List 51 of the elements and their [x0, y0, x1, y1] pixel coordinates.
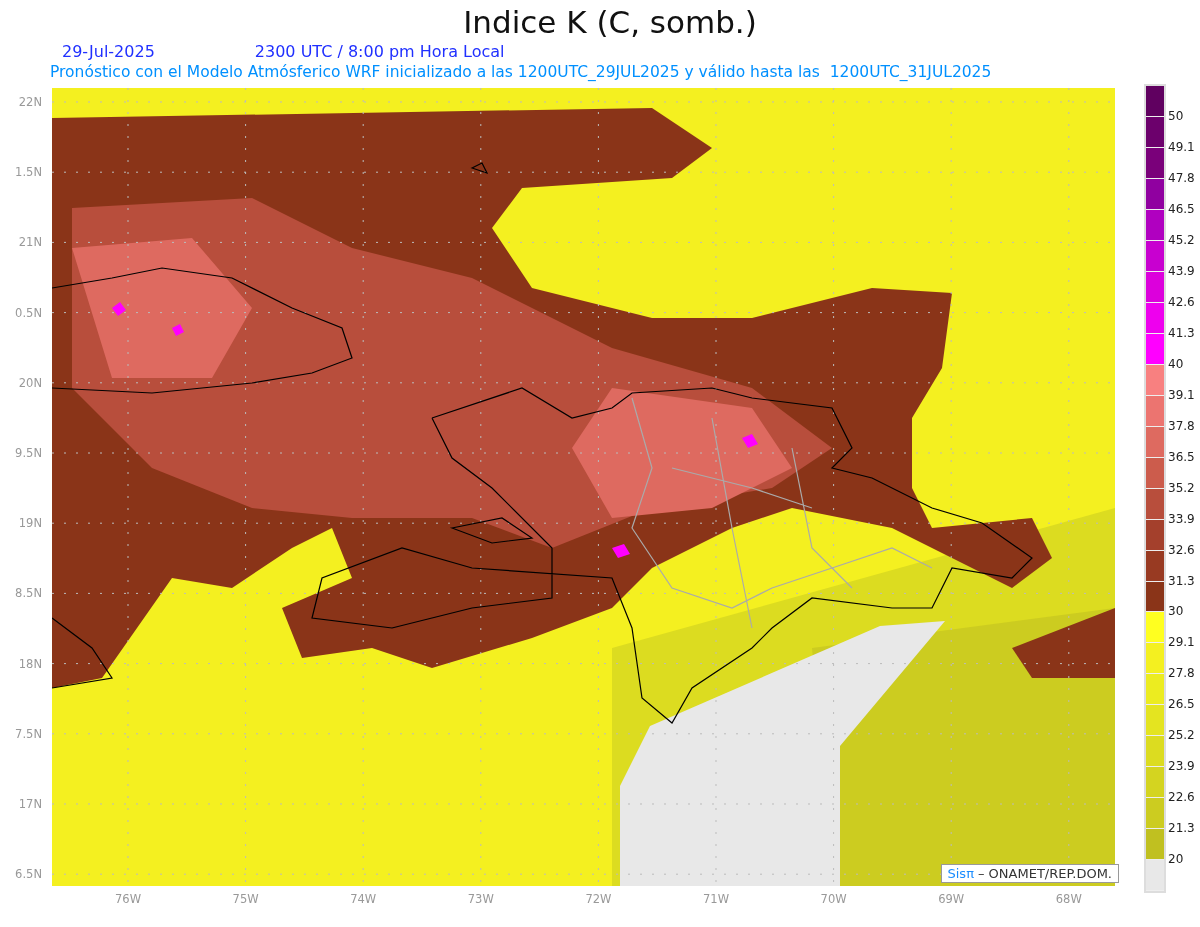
- scale-value: 29.1: [1168, 635, 1195, 650]
- latitude-label: 0.5N: [15, 305, 42, 320]
- longitude-label: 68W: [1055, 892, 1082, 906]
- scale-value: 41.3: [1168, 325, 1195, 340]
- scale-value: 21.3: [1168, 821, 1195, 836]
- longitude-label: 75W: [232, 892, 259, 906]
- scale-value: 37.8: [1168, 418, 1195, 433]
- scale-value: 32.6: [1168, 542, 1195, 557]
- model-description: Pronóstico con el Modelo Atmósferico WRF inicializado a las 1200UTC_29JUL2025 y válido hasta las 1200UTC_31JUL2025: [49, 62, 993, 83]
- latitude-label: 8.5N: [15, 586, 42, 601]
- scale-value: 31.3: [1168, 573, 1195, 588]
- forecast-time: 2300 UTC / 8:00 pm Hora Local: [254, 42, 505, 62]
- scale-value: 49.1: [1168, 139, 1195, 154]
- latitude-label: 17N: [18, 797, 42, 811]
- scale-value: 27.8: [1168, 666, 1195, 681]
- longitude-label: 73W: [467, 892, 494, 906]
- scale-value: 22.6: [1168, 790, 1195, 805]
- credit-label: Sisπ – ONAMET/REP.DOM.: [940, 864, 1119, 883]
- latitude-label: 18N: [18, 656, 42, 671]
- latitude-label: 21N: [18, 235, 42, 250]
- scale-value: 39.1: [1168, 387, 1195, 402]
- scale-value: 26.5: [1168, 697, 1195, 712]
- forecast-date: 29-Jul-2025: [62, 42, 155, 62]
- scale-value: 20: [1168, 852, 1184, 867]
- scale-value: 50: [1168, 108, 1184, 123]
- scale-value: 46.5: [1168, 201, 1195, 216]
- scale-value: 23.9: [1168, 759, 1195, 774]
- map-title: Indice K (C, somb.): [462, 3, 758, 42]
- longitude-label: 69W: [938, 892, 965, 906]
- latitude-label: 1.5N: [15, 165, 42, 180]
- latitude-label: 22N: [18, 95, 42, 109]
- longitude-label: 72W: [585, 892, 612, 906]
- longitude-label: 71W: [703, 892, 729, 906]
- scale-value: 45.2: [1168, 232, 1195, 247]
- latitude-label: 9.5N: [15, 446, 42, 460]
- scale-value: 47.8: [1168, 170, 1195, 185]
- longitude-label: 70W: [820, 892, 847, 906]
- scale-value: 35.2: [1168, 480, 1195, 495]
- longitude-label: 74W: [350, 892, 377, 906]
- scale-value: 42.6: [1168, 294, 1195, 309]
- latitude-label: 7.5N: [15, 726, 42, 741]
- scale-value: 40: [1168, 356, 1184, 371]
- longitude-label: 76W: [115, 892, 141, 906]
- scale-value: 30: [1168, 604, 1184, 619]
- scale-value: 25.2: [1168, 728, 1195, 743]
- latitude-label: 20N: [18, 375, 42, 390]
- scale-value: 43.9: [1168, 263, 1195, 278]
- latitude-label: 6.5N: [15, 867, 42, 882]
- scale-value: 33.9: [1168, 511, 1195, 526]
- latitude-label: 19N: [18, 516, 42, 531]
- scale-value: 36.5: [1168, 449, 1195, 464]
